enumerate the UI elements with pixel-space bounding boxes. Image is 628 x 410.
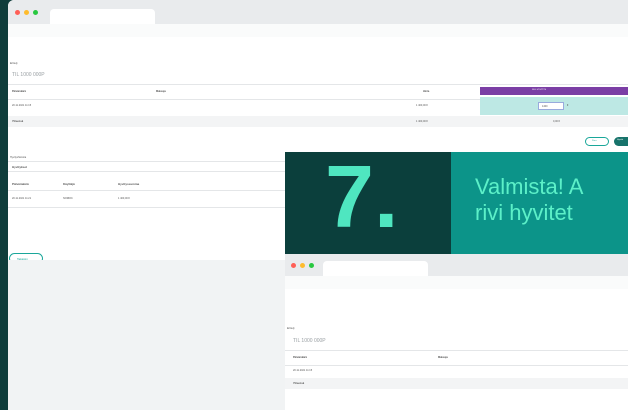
divider — [8, 161, 285, 162]
col-header-credit: SUL HYVITYS — [532, 89, 547, 91]
top-bar — [8, 24, 628, 37]
divider — [8, 171, 285, 172]
minimize-window-icon[interactable] — [300, 263, 305, 268]
maximize-window-icon[interactable] — [309, 263, 314, 268]
section-label: Erittely — [287, 327, 295, 330]
history-row-date: 20.11.2021 11:21 — [12, 197, 32, 200]
divider — [8, 190, 285, 191]
cancel-button-label: Peru — [592, 140, 597, 142]
total-row — [8, 116, 628, 127]
cancel-button[interactable]: Peru — [585, 137, 609, 146]
total-label: Yhteensä — [293, 382, 305, 385]
step-caption-line2: rivi hyvitet — [475, 200, 573, 225]
close-window-icon[interactable] — [291, 263, 296, 268]
credit-unit: € — [567, 104, 569, 107]
credit-input-cell: 1400 € — [480, 97, 628, 115]
credit-input-value: 1400 — [542, 104, 548, 108]
divider — [8, 207, 285, 208]
credit-total: 0,00 € — [553, 120, 560, 123]
history-row-user: NORDIC — [63, 197, 73, 200]
section-label: Erittely — [10, 62, 18, 65]
step-banner: 7. Valmista! A rivi hyvitet — [285, 152, 628, 254]
app-window-secondary: Erittely TIL 1000 000P Päivämäärä Maksaj… — [285, 254, 628, 410]
browser-chrome — [285, 254, 628, 276]
invoice-title: TIL 1000 000P — [12, 72, 45, 78]
history-section-label: Hyvityshistoria — [10, 156, 27, 159]
confirm-button-label: Hyvitä — [617, 139, 624, 141]
row-date: 20.11.2021 11:15 — [12, 104, 32, 107]
credit-header-cell: SUL HYVITYS — [480, 87, 628, 95]
row-amount: 1 400,00 € — [416, 104, 428, 107]
minimize-window-icon[interactable] — [24, 10, 29, 15]
divider — [8, 84, 628, 85]
step-caption: Valmista! A rivi hyvitet — [475, 174, 583, 226]
step-number-block: 7. — [285, 152, 451, 254]
col-header-date: Päivämäärä — [12, 90, 26, 93]
divider — [285, 350, 628, 351]
total-amount: 1 400,00 € — [416, 120, 428, 123]
history-col-amount: Hyvityssumma — [118, 182, 140, 186]
divider — [285, 365, 628, 366]
history-col-date: Päivämäärä — [12, 182, 29, 186]
browser-tab[interactable] — [323, 261, 428, 276]
confirm-credit-button[interactable]: Hyvitä — [614, 137, 628, 146]
step-number: 7. — [325, 152, 399, 246]
browser-chrome — [8, 0, 628, 24]
step-caption-line1: Valmista! A — [475, 174, 584, 199]
history-row-amount: 1 400,00 € — [118, 197, 130, 200]
maximize-window-icon[interactable] — [33, 10, 38, 15]
col-header-price: Hinta — [423, 90, 430, 93]
col-header-date: Päivämäärä — [293, 356, 307, 359]
total-label: Yhteensä — [12, 120, 24, 123]
col-header-payer: Maksaja — [156, 90, 166, 93]
top-bar — [285, 276, 628, 289]
total-row — [285, 378, 628, 389]
row-date: 20.11.2021 11:15 — [293, 369, 313, 372]
close-window-icon[interactable] — [15, 10, 20, 15]
history-tab[interactable]: Hyvitykset — [12, 165, 27, 169]
col-header-payer: Maksaja — [438, 356, 448, 359]
browser-tab[interactable] — [50, 9, 155, 24]
invoice-title: TIL 1000 000P — [293, 338, 326, 344]
history-col-user: Käyttäjä — [63, 182, 75, 186]
credit-amount-input[interactable]: 1400 — [538, 102, 564, 110]
